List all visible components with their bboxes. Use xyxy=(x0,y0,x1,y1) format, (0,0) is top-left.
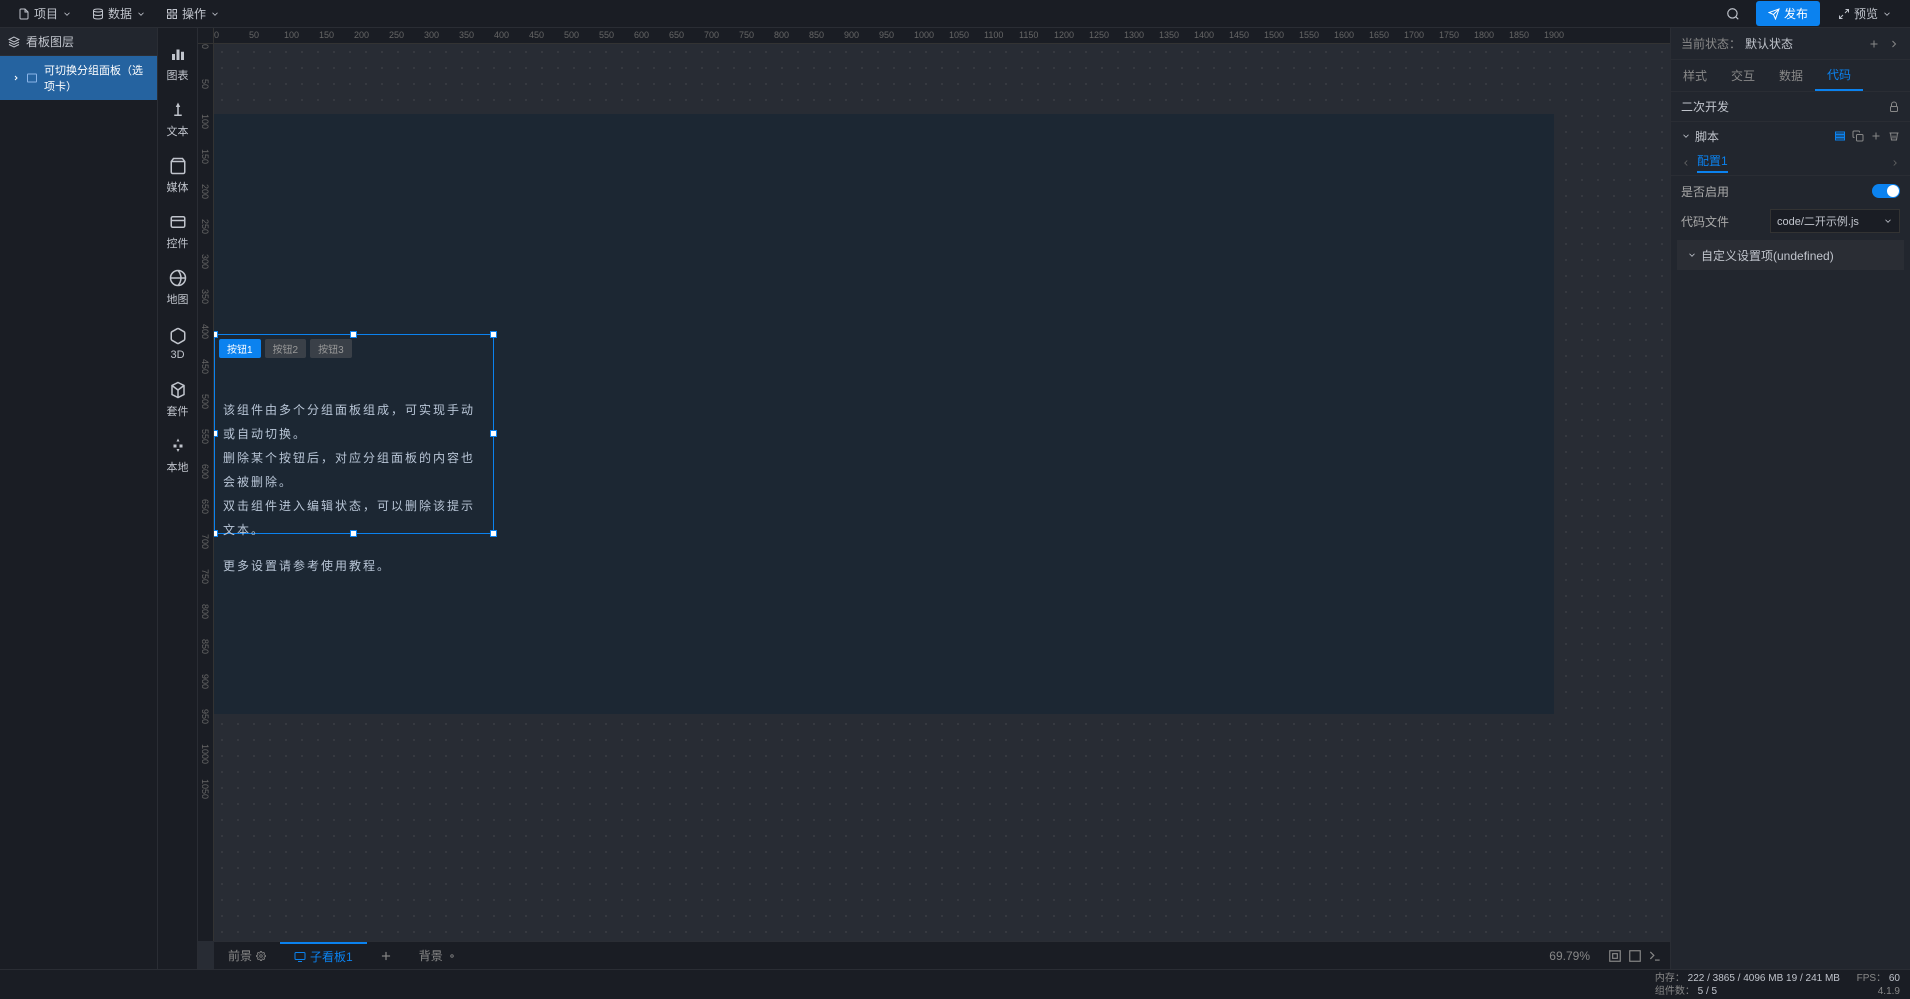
tool-text[interactable]: 文本 xyxy=(158,92,197,148)
chevron-down-icon xyxy=(210,9,220,19)
menu-operations[interactable]: 操作 xyxy=(156,1,230,26)
preview-button[interactable]: 预览 xyxy=(1828,1,1902,26)
map-icon xyxy=(169,269,187,287)
resize-handle-br[interactable] xyxy=(490,530,497,537)
secondary-dev-header: 二次开发 xyxy=(1671,92,1910,122)
enable-toggle-row: 是否启用 xyxy=(1671,176,1910,206)
database-icon xyxy=(92,8,104,20)
prop-tab-interact[interactable]: 交互 xyxy=(1719,60,1767,91)
text-icon xyxy=(169,101,187,119)
cube-icon xyxy=(169,327,187,345)
prop-tab-data[interactable]: 数据 xyxy=(1767,60,1815,91)
resize-handle-tr[interactable] xyxy=(490,331,497,338)
resize-handle-ml[interactable] xyxy=(214,430,218,437)
tool-media[interactable]: 媒体 xyxy=(158,148,197,204)
board-tab-background[interactable]: 背景 xyxy=(405,942,471,969)
component-toolbar: 图表 文本 媒体 控件 地图 xyxy=(158,28,198,969)
add-state-icon[interactable] xyxy=(1868,38,1880,50)
file-icon xyxy=(18,8,30,20)
tool-suite[interactable]: 套件 xyxy=(158,372,197,428)
layers-panel: 看板图层 可切换分组面板（选项卡） xyxy=(0,28,158,969)
chevron-down-icon xyxy=(136,9,146,19)
script-section-header[interactable]: 脚本 xyxy=(1671,122,1910,150)
chart-icon xyxy=(169,45,187,63)
copy-icon[interactable] xyxy=(1852,130,1864,142)
top-menu-bar: 项目 数据 操作 发布 xyxy=(0,0,1910,28)
chevron-down-icon xyxy=(62,9,72,19)
add-icon[interactable] xyxy=(1870,130,1882,142)
canvas-area: 0501001502002503003504004505005506006507… xyxy=(198,28,1670,969)
ruler-corner xyxy=(198,28,214,44)
component-placeholder-text: 该组件由多个分组面板组成，可实现手动或自动切换。 删除某个按钮后，对应分组面板的… xyxy=(215,358,493,586)
package-icon xyxy=(169,381,187,399)
resize-handle-tl[interactable] xyxy=(214,331,218,338)
ruler-horizontal: 0501001502002503003504004505005506006507… xyxy=(214,28,1670,44)
publish-button[interactable]: 发布 xyxy=(1756,1,1820,26)
tool-map[interactable]: 地图 xyxy=(158,260,197,316)
chevron-down-icon xyxy=(1883,216,1893,226)
resize-handle-tm[interactable] xyxy=(350,331,357,338)
enable-toggle[interactable] xyxy=(1872,184,1900,198)
layer-item-tab-panel[interactable]: 可切换分组面板（选项卡） xyxy=(0,56,157,100)
monitor-icon xyxy=(294,951,306,963)
tab-button-1[interactable]: 按钮1 xyxy=(219,339,261,358)
delete-icon[interactable] xyxy=(1888,130,1900,142)
canvas-viewport[interactable]: 按钮1 按钮2 按钮3 该组件由多个分组面板组成，可实现手动或自动切换。 删除某… xyxy=(214,44,1670,941)
grid-toggle-icon[interactable] xyxy=(1648,949,1662,963)
control-icon xyxy=(169,213,187,231)
chevron-right-icon xyxy=(12,74,20,82)
chevron-down-icon xyxy=(1882,9,1892,19)
send-icon xyxy=(1768,8,1780,20)
search-button[interactable] xyxy=(1718,3,1748,25)
board-tab-add[interactable] xyxy=(367,949,405,963)
version: 4.1.9 xyxy=(1878,985,1900,998)
selected-component[interactable]: 按钮1 按钮2 按钮3 该组件由多个分组面板组成，可实现手动或自动切换。 删除某… xyxy=(214,334,494,534)
custom-settings-section[interactable]: 自定义设置项(undefined) xyxy=(1677,240,1904,270)
tool-local[interactable]: 本地 xyxy=(158,428,197,484)
menu-data[interactable]: 数据 xyxy=(82,1,156,26)
media-icon xyxy=(169,157,187,175)
grid-icon xyxy=(166,8,178,20)
resize-handle-bl[interactable] xyxy=(214,530,218,537)
properties-panel: 当前状态： 默认状态 样式 交互 数据 代码 二次开发 xyxy=(1670,28,1910,969)
tab-button-3[interactable]: 按钮3 xyxy=(310,339,352,358)
lock-icon[interactable] xyxy=(1888,101,1900,113)
board-tab-sub1[interactable]: 子看板1 xyxy=(280,942,367,969)
ruler-vertical: 0501001502002503003504004505005506006507… xyxy=(198,44,214,941)
panel-icon xyxy=(26,72,38,84)
resize-handle-mr[interactable] xyxy=(490,430,497,437)
tab-button-2[interactable]: 按钮2 xyxy=(265,339,307,358)
layers-icon xyxy=(8,36,20,48)
actual-size-icon[interactable] xyxy=(1628,949,1642,963)
fit-screen-icon[interactable] xyxy=(1608,949,1622,963)
puzzle-icon xyxy=(169,437,187,455)
chevron-down-icon xyxy=(1687,250,1697,260)
menu-project[interactable]: 项目 xyxy=(8,1,82,26)
prop-tab-style[interactable]: 样式 xyxy=(1671,60,1719,91)
zoom-level: 69.79% xyxy=(1539,949,1600,963)
chevron-right-icon[interactable] xyxy=(1888,38,1900,50)
chevron-down-icon xyxy=(1681,131,1691,141)
tool-chart[interactable]: 图表 xyxy=(158,36,197,92)
gear-icon xyxy=(256,951,266,961)
state-row: 当前状态： 默认状态 xyxy=(1671,28,1910,60)
list-view-icon[interactable] xyxy=(1834,130,1846,142)
gear-icon xyxy=(447,951,457,961)
board-tabs-bar: 前景 子看板1 背景 69.79% xyxy=(214,941,1670,969)
code-file-row: 代码文件 code/二开示例.js xyxy=(1671,206,1910,236)
prop-tab-code[interactable]: 代码 xyxy=(1815,60,1863,91)
board-tab-foreground[interactable]: 前景 xyxy=(214,942,280,969)
tool-3d[interactable]: 3D xyxy=(158,316,197,372)
chevron-left-icon[interactable] xyxy=(1681,158,1691,168)
layers-header: 看板图层 xyxy=(0,28,157,56)
property-tabs: 样式 交互 数据 代码 xyxy=(1671,60,1910,92)
config-selector[interactable]: 配置1 xyxy=(1671,150,1910,176)
status-bar: 内存： 222 / 3865 / 4096 MB 19 / 241 MB FPS… xyxy=(0,969,1910,999)
code-file-select[interactable]: code/二开示例.js xyxy=(1770,209,1900,233)
expand-icon xyxy=(1838,8,1850,20)
chevron-right-icon[interactable] xyxy=(1890,158,1900,168)
tool-control[interactable]: 控件 xyxy=(158,204,197,260)
resize-handle-bm[interactable] xyxy=(350,530,357,537)
